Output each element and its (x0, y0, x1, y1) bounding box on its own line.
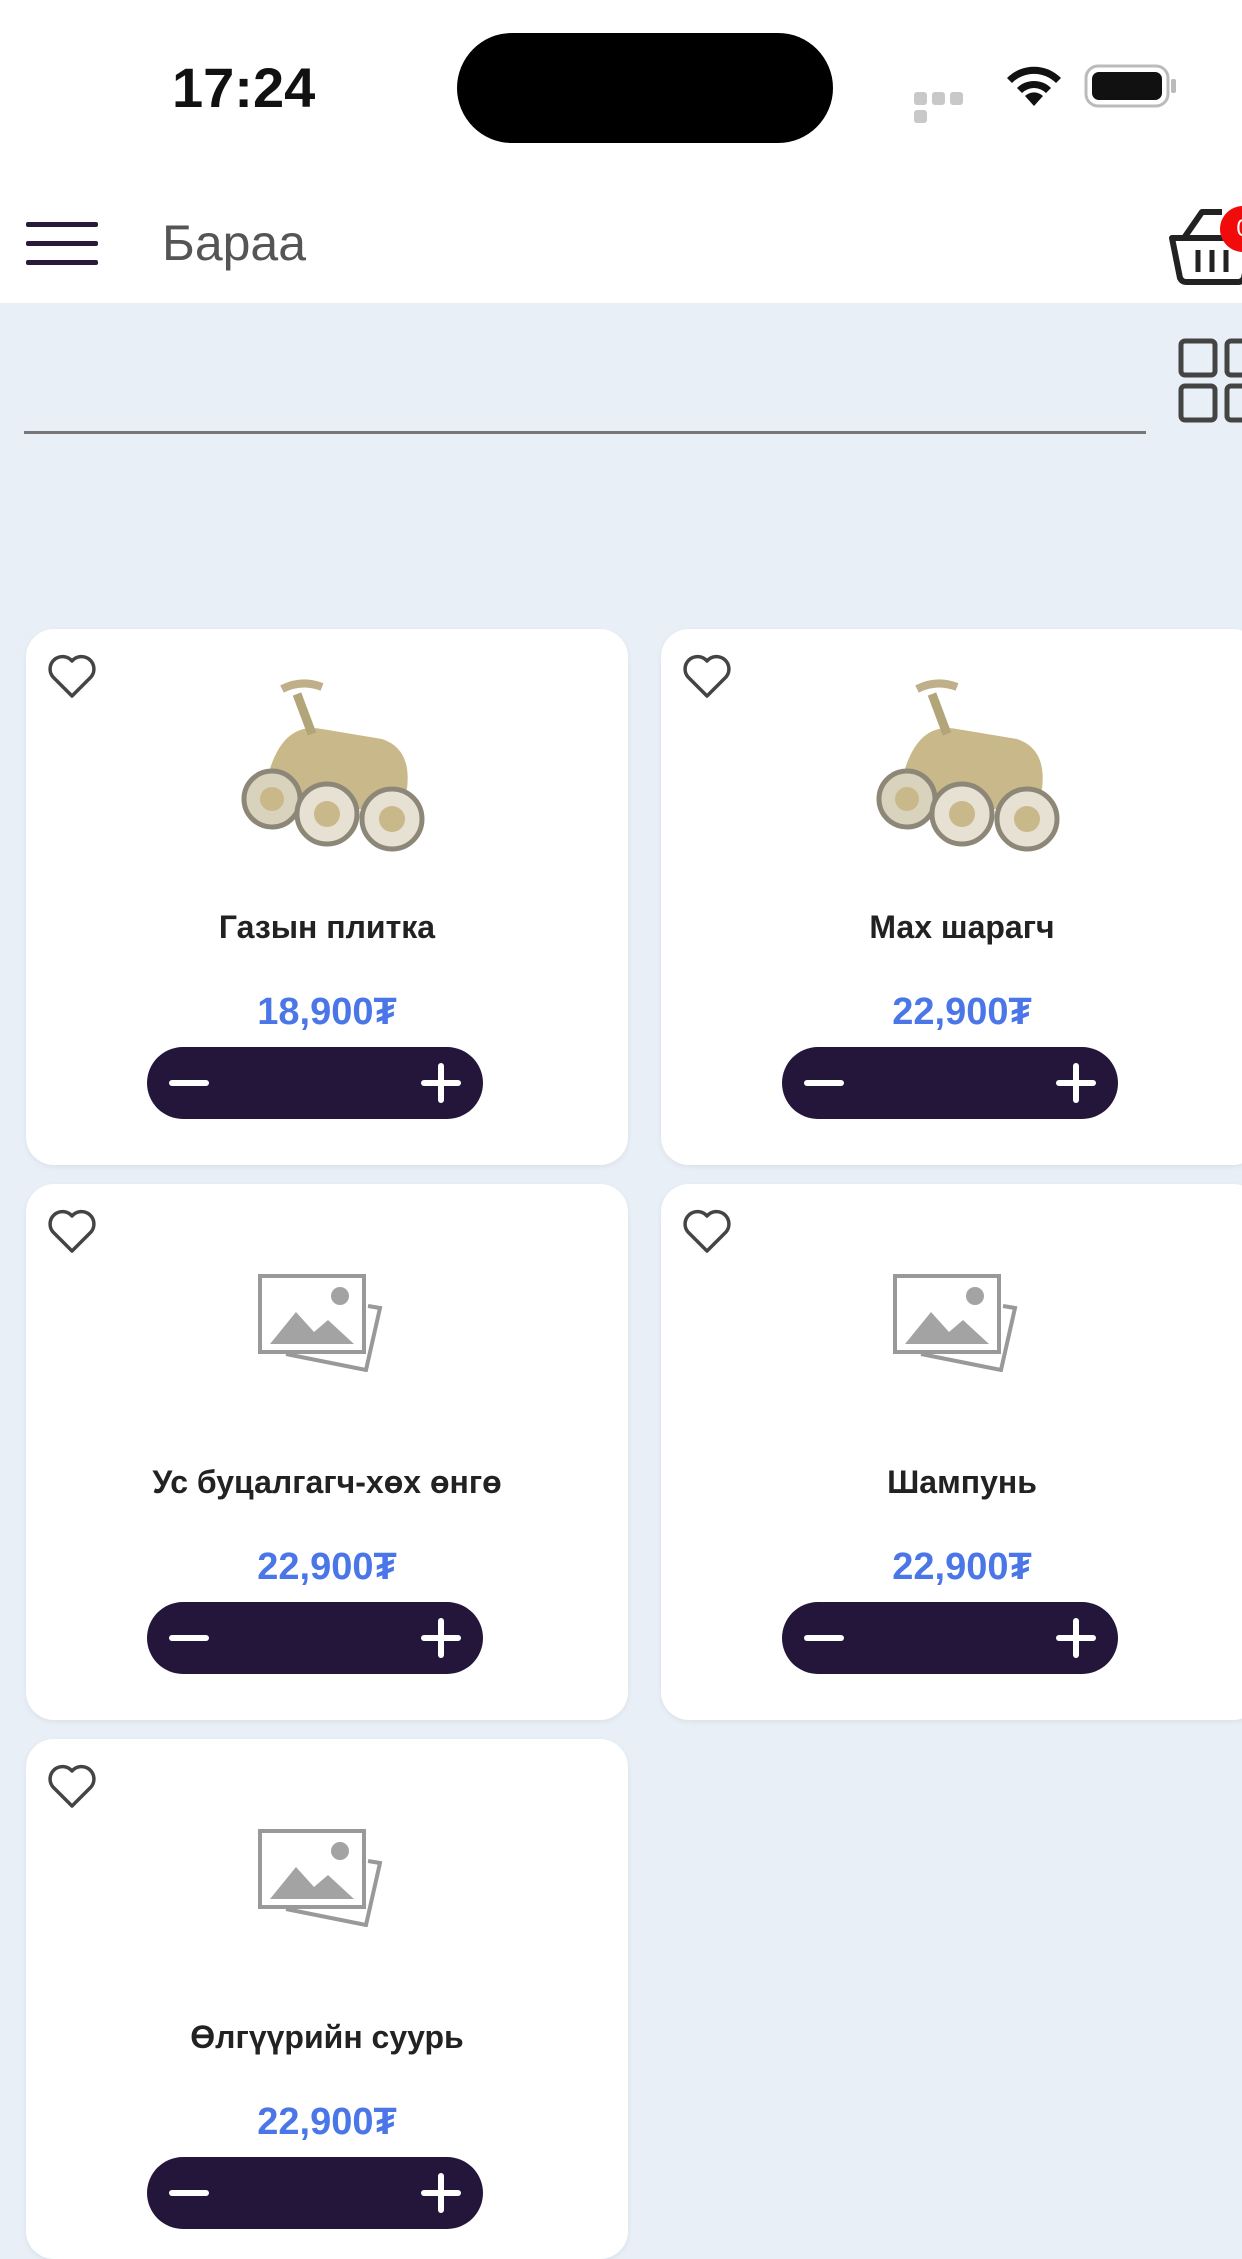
decrease-quantity-button[interactable] (153, 1602, 225, 1674)
battery-icon (1084, 64, 1176, 108)
page-title: Бараа (162, 215, 307, 271)
status-bar: 17:24 (0, 0, 1242, 170)
balance-bike-image (876, 679, 1060, 852)
search-area (24, 330, 1146, 437)
increase-quantity-button[interactable] (1040, 1047, 1112, 1119)
decrease-quantity-button[interactable] (788, 1602, 860, 1674)
increase-quantity-button[interactable] (1040, 1602, 1112, 1674)
quantity-stepper (147, 1047, 483, 1119)
balance-bike-image (241, 679, 425, 852)
product-price: 22,900₮ (257, 2101, 397, 2143)
product-card[interactable]: Газын плитка 18,900₮ (26, 629, 628, 1165)
app-header: Бараа 0 (0, 170, 1242, 303)
quantity-stepper (782, 1047, 1118, 1119)
quantity-stepper (147, 2157, 483, 2229)
heart-outline-icon[interactable] (679, 1202, 735, 1258)
quantity-stepper (782, 1602, 1118, 1674)
increase-quantity-button[interactable] (405, 2157, 477, 2229)
product-card[interactable]: Өлгүүрийн суурь 22,900₮ (26, 1739, 628, 2259)
placeholder-image-icon (893, 1274, 1018, 1372)
heart-outline-icon[interactable] (679, 647, 735, 703)
cellular-signal-icon (914, 92, 984, 123)
status-time: 17:24 (172, 56, 316, 119)
grid-view-icon (1178, 338, 1242, 423)
product-name: Өлгүүрийн суурь (190, 2019, 464, 2055)
increase-quantity-button[interactable] (405, 1602, 477, 1674)
decrease-quantity-button[interactable] (153, 2157, 225, 2229)
placeholder-image-icon (258, 1829, 383, 1927)
minus-icon (169, 1080, 209, 1086)
product-card[interactable]: Ус буцалгагч-хөх өнгө 22,900₮ (26, 1184, 628, 1720)
product-name: Мах шарагч (869, 909, 1055, 945)
product-price: 22,900₮ (257, 1546, 397, 1588)
grid-view-toggle[interactable] (1178, 338, 1242, 424)
decrease-quantity-button[interactable] (788, 1047, 860, 1119)
heart-outline-icon[interactable] (44, 647, 100, 703)
search-input[interactable] (24, 330, 1146, 434)
product-name: Газын плитка (218, 909, 436, 945)
cart-button[interactable]: 0 (1168, 192, 1242, 292)
product-price: 22,900₮ (892, 991, 1032, 1033)
hamburger-menu-icon[interactable] (26, 222, 98, 268)
placeholder-image-icon (258, 1274, 383, 1372)
product-card[interactable]: Шампунь 22,900₮ (661, 1184, 1242, 1720)
product-name: Ус буцалгагч-хөх өнгө (152, 1464, 502, 1500)
product-price: 22,900₮ (892, 1546, 1032, 1588)
product-price: 18,900₮ (257, 991, 397, 1033)
dynamic-island (457, 33, 833, 143)
minus-icon (804, 1635, 844, 1641)
minus-icon (169, 1635, 209, 1641)
product-name: Шампунь (887, 1464, 1037, 1500)
decrease-quantity-button[interactable] (153, 1047, 225, 1119)
heart-outline-icon[interactable] (44, 1757, 100, 1813)
increase-quantity-button[interactable] (405, 1047, 477, 1119)
wifi-icon (1007, 66, 1061, 106)
minus-icon (804, 1080, 844, 1086)
quantity-stepper (147, 1602, 483, 1674)
minus-icon (169, 2190, 209, 2196)
heart-outline-icon[interactable] (44, 1202, 100, 1258)
product-card[interactable]: Мах шарагч 22,900₮ (661, 629, 1242, 1165)
